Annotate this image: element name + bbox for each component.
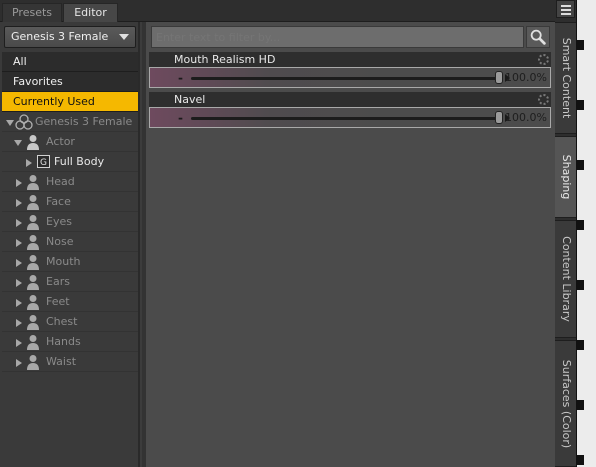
expand-right-icon[interactable] <box>26 159 32 167</box>
tab-smart-content[interactable]: Smart Content <box>555 22 576 134</box>
pane-menu-button[interactable] <box>556 0 575 18</box>
filter-favorites[interactable]: Favorites <box>2 72 138 92</box>
tree-item-label: Nose <box>46 235 74 248</box>
tab-editor[interactable]: Editor <box>63 3 118 23</box>
person-icon <box>27 175 39 190</box>
chevron-down-icon <box>119 34 129 40</box>
person-icon <box>27 355 39 370</box>
expand-down-icon[interactable] <box>14 140 22 146</box>
tree-item-label: Hands <box>46 335 81 348</box>
person-icon <box>27 195 39 210</box>
tree-item-full-body[interactable]: G Full Body <box>2 152 138 172</box>
expand-right-icon[interactable] <box>16 219 22 227</box>
person-icon <box>27 315 39 330</box>
tree-item-label: Full Body <box>54 155 105 168</box>
person-icon <box>27 135 39 150</box>
slider-track[interactable] <box>191 117 502 120</box>
expand-right-icon[interactable] <box>16 179 22 187</box>
person-icon <box>27 275 39 290</box>
person-icon <box>27 295 39 310</box>
slider-navel[interactable]: Navel - 100.0% <box>149 92 551 128</box>
adjacent-viewport-edge <box>576 0 596 467</box>
tree-item-label: Actor <box>46 135 75 148</box>
tree-item-label: Ears <box>46 275 70 288</box>
expand-right-icon[interactable] <box>16 319 22 327</box>
slider-label: Mouth Realism HD <box>149 52 551 67</box>
search-icon <box>530 29 546 45</box>
svg-text:G: G <box>40 158 47 168</box>
tree-item-feet[interactable]: Feet <box>2 292 138 312</box>
slider-label: Navel <box>149 92 551 107</box>
minus-icon[interactable]: - <box>178 111 183 125</box>
group-node-icon: G <box>37 155 50 168</box>
tree-item-label: Chest <box>46 315 78 328</box>
person-icon <box>27 215 39 230</box>
tree-item-mouth[interactable]: Mouth <box>2 252 138 272</box>
pane-tab-bar: Presets Editor <box>0 0 555 23</box>
tree-item-label: Head <box>46 175 75 188</box>
tree-item-label: Face <box>46 195 71 208</box>
tab-shaping[interactable]: Shaping <box>555 136 576 218</box>
tree-item-chest[interactable]: Chest <box>2 312 138 332</box>
slider-mouth-realism-hd[interactable]: Mouth Realism HD - 100.0% <box>149 52 551 88</box>
search-button[interactable] <box>526 26 550 48</box>
tab-presets[interactable]: Presets <box>2 3 62 23</box>
menu-icon <box>561 5 571 7</box>
person-icon <box>27 255 39 270</box>
figure-dropdown-label: Genesis 3 Female <box>11 30 109 43</box>
gear-icon[interactable] <box>538 94 549 105</box>
gear-icon[interactable] <box>538 54 549 65</box>
tab-label: Shaping <box>560 154 573 200</box>
tree-item-nose[interactable]: Nose <box>2 232 138 252</box>
expand-right-icon[interactable] <box>16 279 22 287</box>
person-icon <box>27 335 39 350</box>
parameters-panel: Mouth Realism HD - 100.0% Navel - 100.0% <box>142 22 555 467</box>
filter-all[interactable]: All <box>2 52 138 72</box>
tree-item-label: Eyes <box>46 215 72 228</box>
tab-label: Smart Content <box>560 37 573 119</box>
tree-item-head[interactable]: Head <box>2 172 138 192</box>
tab-content-library[interactable]: Content Library <box>555 220 576 338</box>
slider-track-area[interactable]: - 100.0% <box>149 67 551 88</box>
tree-item-actor[interactable]: Actor <box>2 132 138 152</box>
tree-item-eyes[interactable]: Eyes <box>2 212 138 232</box>
person-icon <box>27 235 39 250</box>
search-input[interactable] <box>151 26 524 48</box>
slider-thumb[interactable] <box>495 111 503 124</box>
expand-right-icon[interactable] <box>16 299 22 307</box>
tab-surfaces-color[interactable]: Surfaces (Color) <box>555 340 576 467</box>
side-tab-bar: Smart Content Shaping Content Library Su… <box>555 0 576 467</box>
figure-dropdown[interactable]: Genesis 3 Female <box>4 26 136 48</box>
expand-down-icon[interactable] <box>6 120 14 126</box>
left-panel: Genesis 3 Female All Favorites Currently… <box>0 22 140 467</box>
tab-label: Content Library <box>560 236 573 322</box>
tree-item-hands[interactable]: Hands <box>2 332 138 352</box>
tree-item-face[interactable]: Face <box>2 192 138 212</box>
minus-icon[interactable]: - <box>178 71 183 85</box>
filter-currently-used[interactable]: Currently Used <box>2 92 138 112</box>
slider-value[interactable]: 100.0% <box>505 71 547 84</box>
slider-value[interactable]: 100.0% <box>505 111 547 124</box>
tree-root-label: Genesis 3 Female <box>35 115 133 128</box>
tree-item-waist[interactable]: Waist <box>2 352 138 372</box>
expand-right-icon[interactable] <box>16 199 22 207</box>
tree-item-label: Waist <box>46 355 77 368</box>
expand-right-icon[interactable] <box>16 259 22 267</box>
tree-root[interactable]: Genesis 3 Female <box>2 112 138 132</box>
expand-right-icon[interactable] <box>16 359 22 367</box>
tree-item-ears[interactable]: Ears <box>2 272 138 292</box>
tree-item-label: Feet <box>46 295 70 308</box>
expand-right-icon[interactable] <box>16 239 22 247</box>
figure-group-icon <box>15 114 33 130</box>
tree-item-label: Mouth <box>46 255 81 268</box>
tab-label: Surfaces (Color) <box>560 359 573 448</box>
expand-right-icon[interactable] <box>16 339 22 347</box>
slider-track[interactable] <box>191 77 502 80</box>
slider-thumb[interactable] <box>495 71 503 84</box>
slider-track-area[interactable]: - 100.0% <box>149 107 551 128</box>
